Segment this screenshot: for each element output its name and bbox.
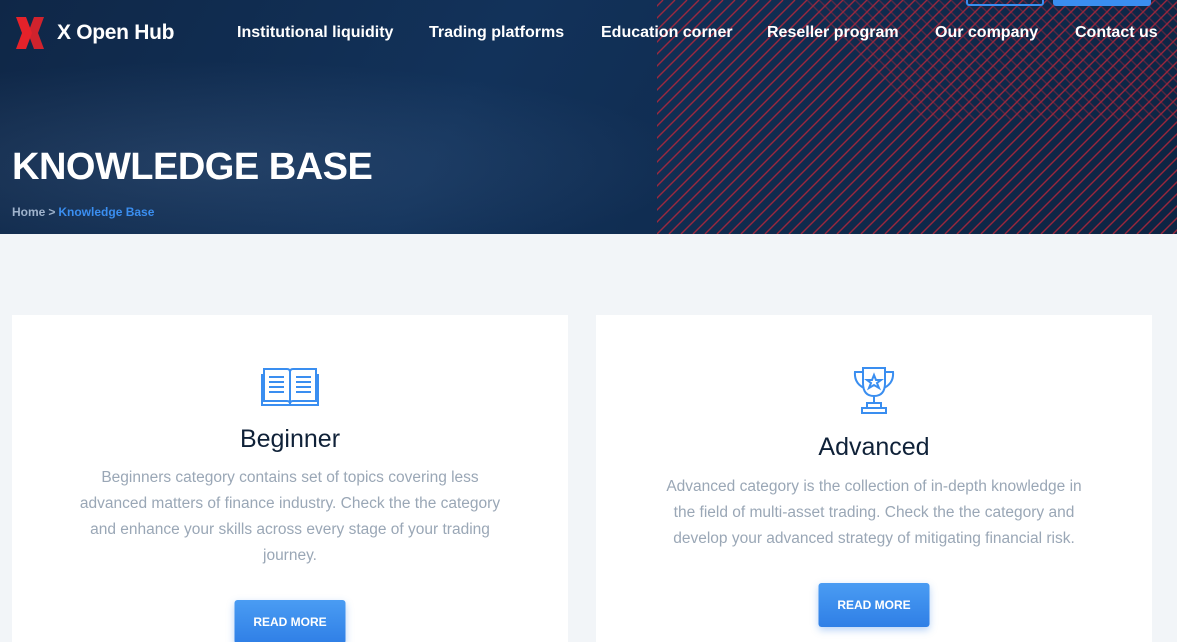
breadcrumb-separator: >: [48, 205, 56, 219]
beginner-card: Beginner Beginners category contains set…: [12, 315, 568, 642]
nav-trading-platforms[interactable]: Trading platforms: [429, 24, 564, 42]
breadcrumb: Home > Knowledge Base: [12, 205, 154, 219]
page-title: KNOWLEDGE BASE: [12, 146, 373, 188]
breadcrumb-home[interactable]: Home: [12, 205, 45, 219]
hero-header: X Open Hub Institutional liquidity Tradi…: [0, 0, 1177, 234]
breadcrumb-current: Knowledge Base: [58, 205, 155, 219]
top-solid-button[interactable]: [1053, 0, 1151, 6]
beginner-read-more-button[interactable]: READ MORE: [234, 600, 346, 642]
nav-our-company[interactable]: Our company: [935, 24, 1038, 42]
open-book-icon: [261, 368, 319, 406]
nav-contact-us[interactable]: Contact us: [1075, 24, 1158, 42]
top-outline-button[interactable]: [966, 0, 1044, 6]
nav-education-corner[interactable]: Education corner: [601, 24, 733, 42]
advanced-card: Advanced Advanced category is the collec…: [596, 315, 1152, 642]
card-description: Beginners category contains set of topic…: [79, 469, 501, 564]
nav-institutional-liquidity[interactable]: Institutional liquidity: [237, 24, 393, 42]
trophy-icon: [853, 367, 895, 414]
card-title: Advanced: [818, 433, 930, 461]
advanced-read-more-button[interactable]: READ MORE: [818, 583, 930, 627]
x-logo-icon: [16, 17, 44, 49]
card-title: Beginner: [239, 425, 341, 453]
card-description: Advanced category is the collection of i…: [666, 478, 1082, 547]
nav-reseller-program[interactable]: Reseller program: [767, 24, 899, 42]
brand-name: X Open Hub: [57, 21, 175, 44]
brand-logo[interactable]: X Open Hub: [12, 15, 174, 51]
